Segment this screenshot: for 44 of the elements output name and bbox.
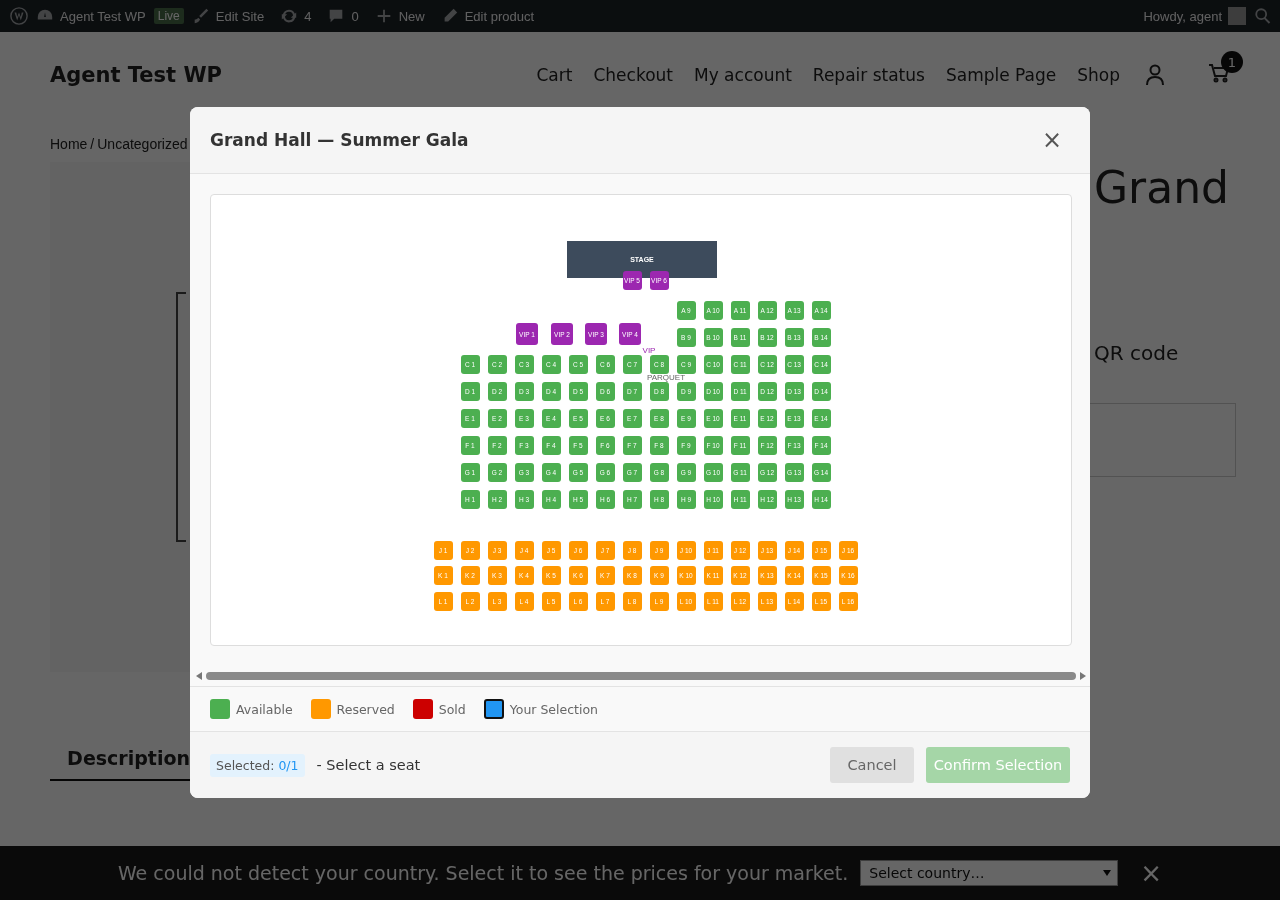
cancel-button[interactable]: Cancel [830,747,914,783]
modal-title: Grand Hall — Summer Gala [210,130,469,150]
breadcrumb-link[interactable]: Home [50,136,88,152]
edit-product-link[interactable]: Edit product [464,8,535,24]
nav-link[interactable]: Cart [536,65,573,85]
breadcrumb-separator: / [90,136,95,152]
zone-label: PARQUET [646,374,686,382]
product-text: QR code [1094,341,1180,365]
legend-label: Your Selection [509,701,599,717]
legend-label: Reserved [336,701,395,717]
edit-site-link[interactable]: Edit Site [215,8,265,24]
legend-label: Sold [438,701,466,717]
close-button[interactable]: × [1140,858,1163,888]
selection-hint: - Select a seat [316,757,422,773]
nav-link[interactable]: Sample Page [945,65,1057,85]
scroll-right-icon[interactable] [1080,672,1086,680]
zone-label: VIP [642,347,656,355]
site-name-link[interactable]: Agent Test WP [60,8,146,24]
nav-link[interactable]: Checkout [593,65,673,85]
site-title[interactable]: Agent Test WP [50,63,537,87]
caret-icon [1103,870,1112,876]
cart-icon[interactable] [1208,63,1230,83]
country-select[interactable]: Select country… [860,860,1119,886]
comments-count[interactable]: 0 [351,8,359,24]
breadcrumb-link[interactable]: Uncategorized [97,136,188,152]
cart-count: 1 [1221,51,1243,73]
wordpress-logo-icon[interactable] [10,7,28,25]
user-icon[interactable] [1145,64,1165,86]
selection-count: Selected: 0/1 [210,753,305,777]
close-button[interactable]: × [1041,122,1062,158]
nav-link[interactable]: Shop [1077,65,1120,85]
updates-count[interactable]: 4 [304,8,312,24]
product-title: Grand [1094,162,1230,213]
nav-link[interactable]: Repair status [812,65,925,85]
live-badge: Live [153,8,184,24]
new-link[interactable]: New [398,8,425,24]
country-notice: We could not detect your country. Select it to see the prices for your market. [117,862,849,884]
scrollbar[interactable] [206,672,1076,680]
greeting-link[interactable]: Howdy, agent [1143,8,1222,24]
legend-label: Available [236,701,293,717]
refresh-icon[interactable] [280,7,299,25]
search-icon[interactable] [1254,7,1272,25]
nav-link[interactable]: My account [694,65,792,85]
scroll-left-icon[interactable] [196,672,202,680]
